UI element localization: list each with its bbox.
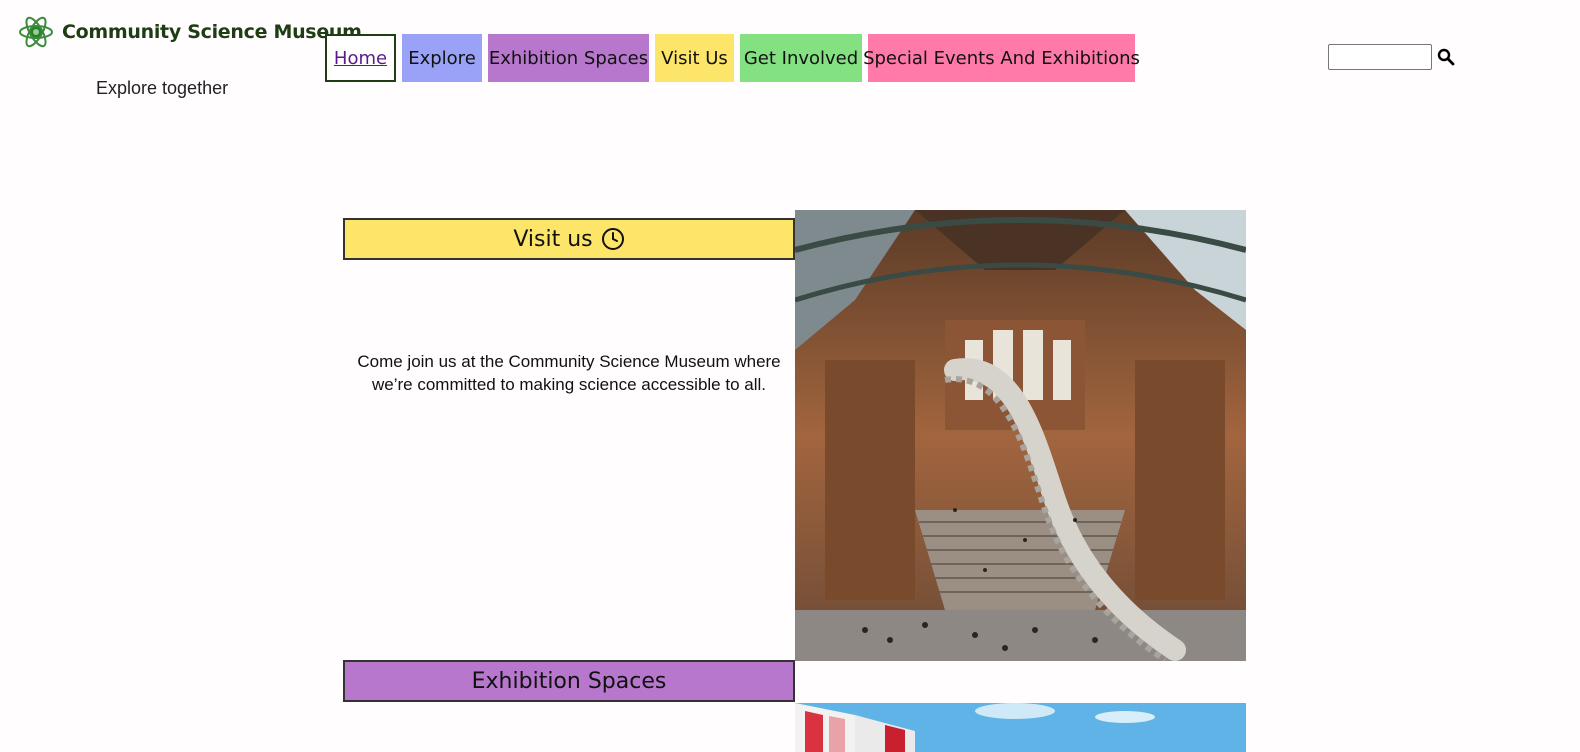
tagline: Explore together [96, 78, 229, 98]
exhibition-spaces-heading-text: Exhibition Spaces [471, 668, 667, 694]
nav-special-events[interactable]: Special Events And Exhibitions [863, 34, 1140, 82]
search-bar [1328, 44, 1455, 70]
visit-us-heading-text: Visit us [513, 226, 593, 252]
visit-us-heading: Visit us [343, 218, 795, 260]
nav-visit-us[interactable]: Visit Us [655, 34, 734, 82]
museum-hall-image [795, 210, 1246, 661]
atom-logo-icon [19, 16, 53, 48]
clock-icon [601, 228, 624, 250]
search-input[interactable] [1328, 44, 1432, 70]
nav-explore[interactable]: Explore [402, 34, 482, 82]
nav-exhibition-spaces[interactable]: Exhibition Spaces [488, 34, 649, 82]
search-icon[interactable] [1437, 48, 1455, 66]
nav-get-involved[interactable]: Get Involved [740, 34, 862, 82]
nav-home[interactable]: Home [325, 34, 396, 82]
exhibition-spaces-heading: Exhibition Spaces [343, 660, 795, 702]
exhibition-spaces-image [795, 703, 1246, 752]
site-name: Community Science Museum [62, 21, 362, 43]
site-logo[interactable]: Community Science Museum [18, 14, 362, 50]
visit-us-description: Come join us at the Community Science Mu… [357, 352, 781, 394]
